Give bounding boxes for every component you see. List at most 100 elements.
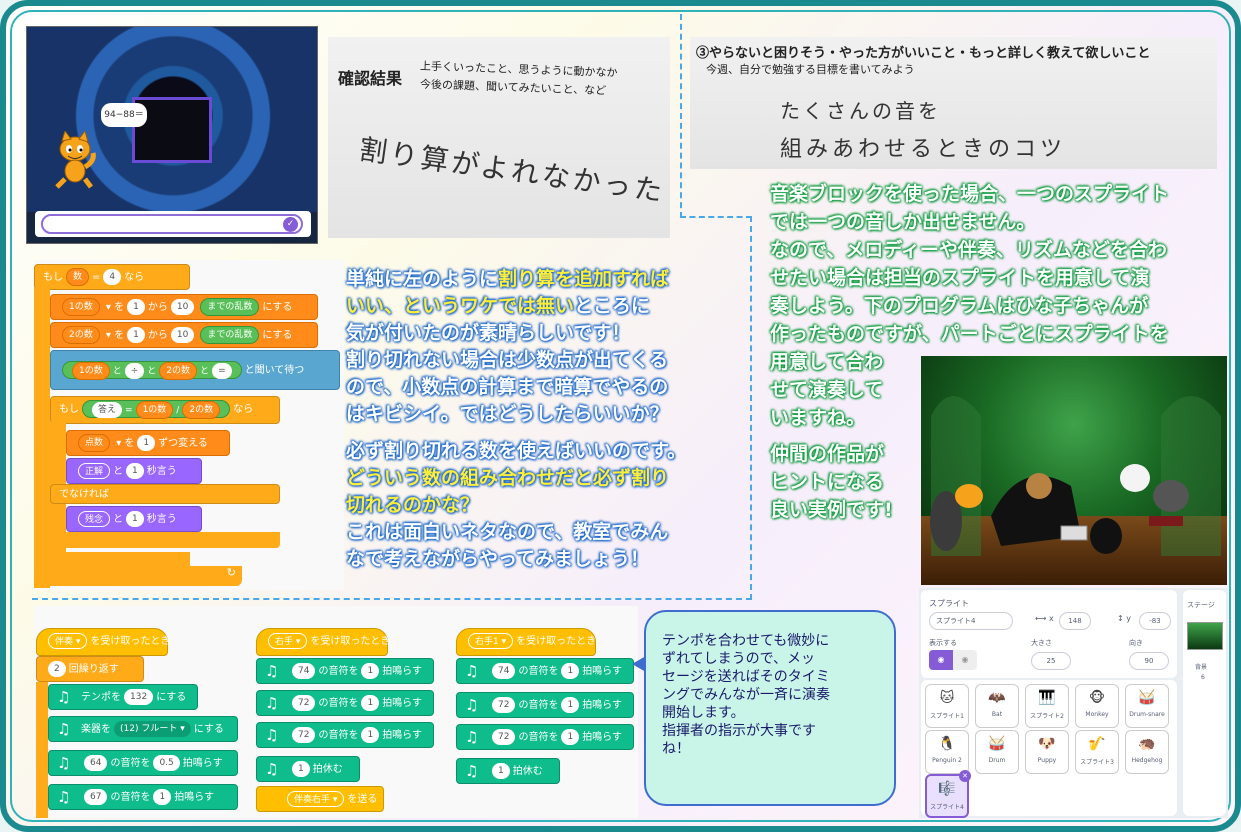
drum-icon: 🥁 — [988, 736, 1006, 752]
stage-thumbnail[interactable] — [1187, 622, 1223, 650]
worksheet-photo-1: 確認結果 上手くいったこと、思うように動かなか 今後の課題、聞いてみたいこと、な… — [328, 37, 670, 238]
bat-icon: 🦇 — [988, 690, 1006, 706]
dashed-divider — [680, 14, 682, 218]
music-note-icon: ♫ — [57, 688, 71, 706]
snare-drum-icon: 🥁 — [1138, 690, 1156, 706]
penguin-icon: 🐧 — [938, 736, 956, 752]
play-note-block[interactable]: ♫ 74 の音符を 1 拍鳴らす — [256, 658, 434, 684]
when-receive-block[interactable]: 右手1 ▾ を受け取ったとき — [456, 628, 596, 656]
y-input[interactable]: -83 — [1139, 612, 1171, 630]
music-note-icon: ♫ — [265, 760, 279, 778]
worksheet-question: ③やらないと困りそう・やった方がいいこと・もっと詳しく教えて欲しいこと — [696, 46, 1151, 61]
sprite-name-input[interactable]: スプライト4 — [929, 612, 1013, 630]
text-line: 気が付いたのが素晴らしいです！ — [346, 322, 631, 344]
check-icon[interactable]: ✓ — [283, 217, 298, 232]
x-arrow-icon: ⟷ x — [1035, 614, 1054, 623]
cat-icon: 🐱 — [939, 690, 955, 706]
music-note-icon: ♫ — [465, 728, 479, 746]
text-line: これは面白いネタなので、教室でみん — [346, 521, 669, 543]
clarinet-icon: 🎷 — [1088, 736, 1106, 752]
sprite-card-bat[interactable]: 🦇 Bat — [975, 684, 1019, 728]
sprite-info: スプライト スプライト4 ⟷ x 148 ↕ y -83 表示する ◉ ◉ 大き… — [921, 590, 1177, 678]
music-note-icon: ♫ — [465, 762, 479, 780]
tempo-callout: テンポを合わせても微妙に ずれてしまうので、メッ セージを送ればそのタイミ ング… — [632, 610, 896, 806]
callout-line: 開始します。 — [662, 705, 745, 721]
set-var-block-1[interactable]: 1の数 ▾ を 1 から 10 までの乱数 にする — [50, 294, 318, 320]
sprite-card-clarinet[interactable]: 🎷 スプライト3 — [1075, 730, 1119, 774]
play-note-block[interactable]: ♫ 72 の音符を 1 拍鳴らす — [256, 690, 434, 716]
when-receive-block[interactable]: 伴奏 ▾ を受け取ったとき — [36, 628, 170, 656]
sprite-card-cat[interactable]: 🐱 スプライト1 — [925, 684, 969, 728]
handwritten-line-1: たくさんの音を — [780, 99, 941, 123]
callout-line: ングでみんなが一斉に演奏 — [662, 687, 830, 703]
sprite-card-puppy[interactable]: 🐶 Puppy — [1025, 730, 1069, 774]
callout-line: テンポを合わせても微妙に — [662, 633, 830, 649]
worksheet-subtitle: 今週、自分で勉強する目標を書いてみよう — [706, 63, 915, 76]
sprite-card-piano[interactable]: 🎹 スプライト2 — [1025, 684, 1069, 728]
text-line: 音楽ブロックを使った場合、一つのスプライト — [770, 183, 1170, 205]
sprite-card-hedgehog[interactable]: 🦔 Hedgehog — [1125, 730, 1169, 774]
set-var-block-2[interactable]: 2の数 ▾ を 1 から 10 までの乱数 にする — [50, 322, 318, 348]
handwritten-answer: 割り算がよれなかった — [356, 132, 668, 209]
play-note-block[interactable]: ♫ 72 の音符を 1 拍鳴らす — [456, 724, 634, 750]
hide-eye-icon[interactable]: ◉ — [953, 650, 977, 670]
say-wrong-block[interactable]: 残念と 1 秒言う — [66, 506, 202, 532]
sprite-card-drum[interactable]: 🥁 Drum — [975, 730, 1019, 774]
worksheet-title: 確認結果 — [338, 69, 403, 88]
text-line: 必ず割り切れる数を使えばいいのです。 — [346, 440, 687, 462]
play-note-block[interactable]: ♫ 72 の音符を 1 拍鳴らす — [456, 692, 634, 718]
text-line: なので、メロディーや伴奏、リズムなどを合わ — [770, 239, 1167, 261]
show-label: 表示する — [929, 639, 957, 647]
music-note-icon: ♫ — [265, 694, 279, 712]
say-correct-block[interactable]: 正解と 1 秒言う — [66, 458, 202, 484]
music-note-icon: ♫ — [57, 788, 71, 806]
if-answer-block[interactable]: もし 答え = 1の数/2の数 なら — [50, 396, 280, 424]
stage-label: ステージ — [1187, 601, 1215, 609]
direction-input[interactable]: 90 — [1129, 652, 1169, 670]
when-receive-block[interactable]: 右手 ▾ を受け取ったとき — [256, 628, 390, 656]
delete-sprite-icon[interactable]: ✕ — [959, 770, 971, 782]
repeat-block[interactable]: 2 回繰り返す — [36, 656, 144, 682]
scratch-cat-icon[interactable] — [51, 131, 97, 191]
text-line: ので、小数点の計算まで暗算でやるの — [346, 376, 669, 398]
else-label: でなければ — [50, 484, 280, 504]
play-note-block[interactable]: ♫ 64 の音符を 0.5 拍鳴らす — [48, 750, 238, 776]
answer-input[interactable]: ✓ — [41, 214, 303, 234]
text-line: どういう数の組み合わせだと必ず割り — [346, 467, 670, 489]
rest-block[interactable]: ♫ 1 拍休む — [456, 758, 560, 784]
backdrop-count: 6 — [1201, 674, 1205, 681]
explanation-text-division: 単純に左のように割り算を追加すれば いい、というワケでは無いところに 気が付いた… — [346, 266, 751, 573]
handwritten-line-2: 組みあわせるときのコツ — [780, 137, 1067, 162]
if-block-arm — [34, 288, 50, 588]
set-tempo-block[interactable]: ♫ テンポを 132 にする — [48, 684, 198, 710]
text-line: いい、というワケでは無いところに — [346, 295, 651, 317]
music-note-icon: ♫ — [265, 726, 279, 744]
stage-selector[interactable]: ステージ 背景 6 — [1183, 590, 1226, 816]
sprite-card-drum-snare[interactable]: 🥁 Drum-snare — [1125, 684, 1169, 728]
monkey-icon: 🐵 — [1088, 690, 1106, 706]
broadcast-block[interactable]: 伴奏右手 ▾ を送る — [256, 786, 384, 812]
play-note-block[interactable]: ♫ 74 の音符を 1 拍鳴らす — [456, 658, 634, 684]
performers-icon — [930, 396, 1221, 556]
play-note-block[interactable]: ♫ 67 の音符を 1 拍鳴らす — [48, 784, 238, 810]
if-end — [34, 552, 190, 566]
set-instrument-block[interactable]: ♫ 楽器を (12) フルート ▾ にする — [48, 716, 238, 742]
dashed-divider — [680, 216, 752, 218]
if-block[interactable]: もし数 = 4 なら — [34, 264, 190, 290]
show-eye-icon[interactable]: ◉ — [929, 650, 953, 670]
callout-line: セージを送ればそのタイミ — [662, 669, 830, 685]
text-line: 奏しよう。下のプログラムはひな子ちゃんが — [770, 295, 1149, 317]
rest-block[interactable]: ♫ 1 拍休む — [256, 756, 360, 782]
change-score-block[interactable]: 点数 ▾ を 1 ずつ変える — [66, 430, 230, 456]
sprite-card-penguin[interactable]: 🐧 Penguin 2 — [925, 730, 969, 774]
x-input[interactable]: 148 — [1059, 612, 1091, 630]
piano-icon: 🎹 — [1038, 690, 1056, 706]
text-line: 切れるのかな？ — [346, 494, 480, 516]
text-line: はキビシイ。ではどうしたらいいか？ — [346, 403, 669, 425]
ask-bar: ✓ — [35, 211, 311, 237]
ask-and-wait-block[interactable]: 1の数と ÷ と 2の数と = と聞いて待つ — [50, 350, 340, 390]
play-note-block[interactable]: ♫ 72 の音符を 1 拍鳴らす — [256, 722, 434, 748]
size-input[interactable]: 25 — [1031, 652, 1071, 670]
direction-label: 向き — [1129, 639, 1143, 647]
sprite-card-monkey[interactable]: 🐵 Monkey — [1075, 684, 1119, 728]
